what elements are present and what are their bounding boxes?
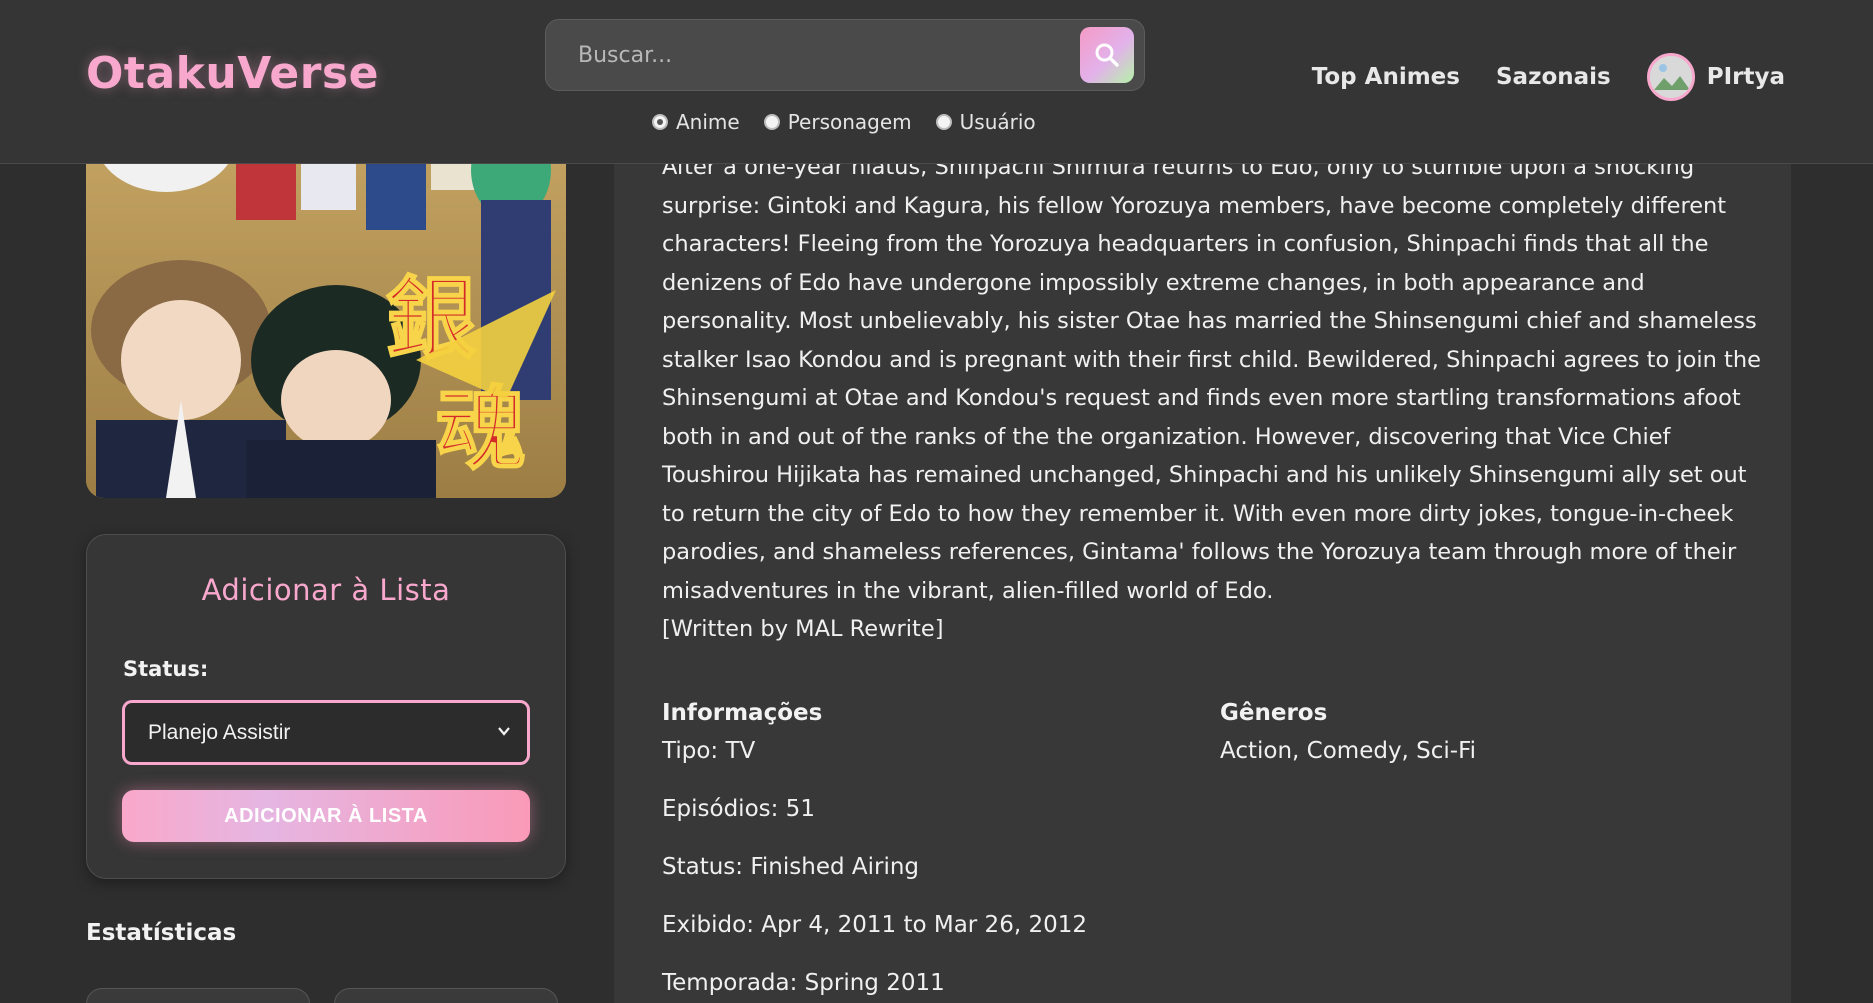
- search-input[interactable]: [546, 20, 1066, 90]
- synopsis-credit: [Written by MAL Rewrite]: [662, 616, 944, 642]
- status-label: Status:: [123, 657, 209, 681]
- main-nav: Top Animes Sazonais PIrtya: [1312, 53, 1785, 101]
- search-type-options: Anime Personagem Usuário: [652, 110, 1036, 134]
- search-type-character-label: Personagem: [787, 110, 912, 134]
- username: PIrtya: [1706, 64, 1785, 90]
- add-to-list-title: Adicionar à Lista: [201, 573, 451, 607]
- stat-card: [86, 988, 310, 1003]
- svg-text:魂: 魂: [436, 376, 526, 482]
- top-header: OtakuVerse Anime Personagem Usuário: [0, 0, 1873, 164]
- chevron-down-icon: [498, 727, 510, 736]
- page: After a one-year hiatus, Shinpachi Shimu…: [0, 0, 1873, 1003]
- broken-image-icon: [1649, 56, 1692, 98]
- site-logo[interactable]: OtakuVerse: [86, 48, 379, 99]
- nav-sazonais[interactable]: Sazonais: [1496, 64, 1611, 90]
- synopsis-text: After a one-year hiatus, Shinpachi Shimu…: [662, 154, 1761, 604]
- search-type-user-label: Usuário: [959, 110, 1036, 134]
- user-menu[interactable]: PIrtya: [1646, 53, 1785, 101]
- anime-details-panel: After a one-year hiatus, Shinpachi Shimu…: [614, 100, 1791, 1003]
- search-type-anime-label: Anime: [676, 110, 740, 134]
- stats-title: Estatísticas: [86, 920, 237, 946]
- add-to-list-button[interactable]: ADICIONAR À LISTA: [122, 790, 530, 842]
- status-select[interactable]: Planejo Assistir: [122, 700, 530, 765]
- info-aired: Exibido: Apr 4, 2011 to Mar 26, 2012: [662, 912, 1087, 938]
- genres-list: Action, Comedy, Sci-Fi: [1220, 738, 1477, 764]
- avatar[interactable]: [1646, 53, 1695, 101]
- synopsis: After a one-year hiatus, Shinpachi Shimu…: [662, 148, 1762, 649]
- radio-anime[interactable]: [652, 114, 668, 130]
- search-icon: [1095, 43, 1119, 67]
- status-selected-value: Planejo Assistir: [148, 720, 291, 744]
- search-type-anime[interactable]: Anime: [652, 110, 740, 134]
- search-bar: [545, 19, 1145, 91]
- info-season: Temporada: Spring 2011: [662, 970, 945, 996]
- search-type-user[interactable]: Usuário: [935, 110, 1036, 134]
- info-status: Status: Finished Airing: [662, 854, 920, 880]
- genres-title: Gêneros: [1220, 700, 1328, 726]
- search-button[interactable]: [1080, 27, 1134, 83]
- radio-character[interactable]: [763, 114, 780, 130]
- info-title: Informações: [662, 700, 823, 726]
- search-type-character[interactable]: Personagem: [763, 110, 912, 134]
- stat-card: [334, 988, 558, 1003]
- info-episodes: Episódios: 51: [662, 796, 815, 822]
- info-type: Tipo: TV: [662, 738, 756, 764]
- radio-user[interactable]: [935, 114, 952, 130]
- nav-top-animes[interactable]: Top Animes: [1312, 64, 1460, 90]
